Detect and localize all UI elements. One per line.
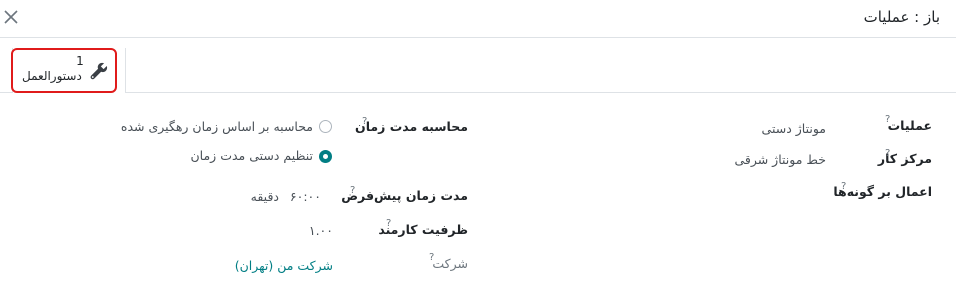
employee-capacity-value[interactable]: ۱.۰۰ — [309, 223, 333, 238]
default-duration-label: مدت زمان پیش‌فرض — [341, 188, 468, 203]
operation-value[interactable]: مونتاژ دستی — [762, 121, 826, 136]
company-help-icon[interactable]: ? — [429, 252, 434, 263]
work-center-help-icon[interactable]: ? — [885, 148, 890, 159]
apply-variants-label: اعمال بر گونه‌ها — [833, 184, 932, 199]
radio-tracked-time-label[interactable]: محاسبه بر اساس زمان رهگیری شده — [121, 119, 313, 134]
employee-capacity-label: ظرفیت کارمند — [378, 222, 468, 237]
default-duration-unit: دقیقه — [250, 189, 279, 204]
operation-label: عملیات — [887, 118, 932, 133]
company-label: شرکت — [432, 256, 468, 271]
close-icon[interactable] — [2, 8, 20, 26]
radio-manual-duration[interactable] — [319, 150, 332, 163]
operation-help-icon[interactable]: ? — [885, 114, 890, 125]
dialog-header — [0, 0, 956, 38]
default-duration-value[interactable]: ۶۰:۰۰ — [290, 189, 321, 204]
apply-variants-help-icon[interactable]: ? — [841, 181, 846, 192]
employee-capacity-help-icon[interactable]: ? — [386, 218, 391, 229]
tab-bar — [0, 47, 956, 93]
company-value[interactable]: شرکت من (تهران) — [235, 258, 333, 273]
tab-instructions-label: دستورالعمل — [22, 69, 82, 83]
work-center-value[interactable]: خط مونتاژ شرقی — [734, 152, 826, 167]
wrench-icon — [90, 62, 108, 80]
tab-instructions-count: 1 — [76, 54, 84, 68]
duration-computation-label: محاسبه مدت زمان — [355, 119, 468, 134]
radio-tracked-time[interactable] — [319, 120, 332, 133]
dialog-title: باز : عملیات — [863, 8, 940, 26]
duration-computation-help-icon[interactable]: ? — [362, 116, 367, 127]
radio-manual-duration-label[interactable]: تنظیم دستی مدت زمان — [191, 148, 314, 163]
default-duration-help-icon[interactable]: ? — [350, 185, 355, 196]
